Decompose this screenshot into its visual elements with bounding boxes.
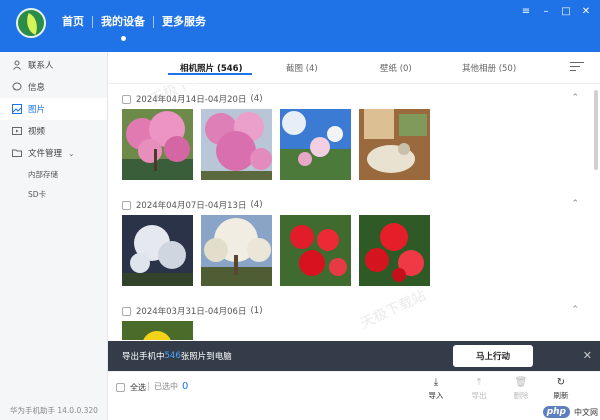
group-count: (4): [250, 200, 263, 210]
photo-thumbnail[interactable]: [201, 215, 272, 286]
refresh-button[interactable]: ↻ 刷新: [546, 376, 576, 401]
sidebar-item-label: 图片: [28, 105, 46, 115]
sidebar-item-file-manager[interactable]: 文件管理 ⌄: [0, 142, 107, 164]
minimize-icon[interactable]: –: [538, 4, 554, 18]
photo-group: 2024年04月14日-04月20日 (4) ⌃: [108, 91, 593, 180]
chevron-up-icon[interactable]: ⌃: [571, 93, 579, 103]
select-all-label: 全选: [130, 383, 146, 392]
menu-icon[interactable]: ≡: [518, 4, 534, 18]
photo-row: [122, 321, 193, 340]
top-nav: 首页 我的设备 更多服务: [54, 14, 214, 41]
scrollbar[interactable]: [594, 90, 598, 170]
sidebar-item-label: 文件管理: [28, 149, 63, 159]
nav-more-services[interactable]: 更多服务: [154, 14, 214, 30]
trash-icon: 🗑: [514, 377, 528, 388]
group-date: 2024年03月31日-04月06日: [136, 307, 247, 317]
group-header: 2024年04月07日-04月13日 (4) ⌃: [108, 197, 593, 213]
video-icon: [12, 126, 22, 136]
group-count: (4): [250, 94, 263, 104]
photo-thumbnail[interactable]: [280, 215, 351, 286]
import-label: 导入: [428, 391, 444, 400]
tab-screenshots[interactable]: 截图 (4): [286, 62, 318, 74]
group-count: (1): [250, 306, 263, 316]
photo-thumbnail[interactable]: [122, 215, 193, 286]
selected-number: 0: [182, 381, 189, 392]
photo-group: 2024年04月07日-04月13日 (4) ⌃: [108, 197, 593, 286]
photo-group: 2024年03月31日-04月06日 (1) ⌃: [108, 303, 593, 340]
photo-thumbnail[interactable]: [201, 109, 272, 180]
export-banner: 导出手机中 546 张照片到电脑 马上行动 ✕: [108, 341, 600, 371]
person-icon: [12, 60, 22, 70]
selected-count: 已选中 0: [148, 381, 188, 392]
sidebar-item-label: 信息: [28, 83, 46, 93]
app-logo-icon: [16, 8, 46, 38]
group-checkbox[interactable]: [122, 306, 131, 316]
banner-text-after: 张照片到电脑: [180, 352, 232, 362]
photo-thumbnail[interactable]: [359, 215, 430, 286]
refresh-icon: ↻: [556, 377, 566, 388]
tab-other-albums[interactable]: 其他相册 (50): [462, 62, 516, 74]
image-icon: [12, 104, 22, 114]
bottom-toolbar: 全选 已选中 0 ⤓ 导入 ⤒ 导出 🗑 删除 ↻ 刷新 php 中文网: [108, 371, 600, 420]
photo-thumbnail[interactable]: [359, 109, 430, 180]
chevron-down-icon[interactable]: ⌄: [68, 149, 75, 158]
export-label: 导出: [471, 391, 487, 400]
php-badge: php: [542, 406, 570, 418]
photo-list: 2024年04月14日-04月20日 (4) ⌃ 2024年04月07日-04月…: [108, 85, 593, 340]
selected-label: 已选中: [154, 382, 178, 391]
title-bar: 首页 我的设备 更多服务 ≡ – □ ✕: [0, 0, 600, 52]
export-button[interactable]: ⤒ 导出: [464, 376, 494, 401]
tab-wallpapers[interactable]: 壁纸 (0): [380, 62, 412, 74]
album-tabs: 相机照片 (546) 截图 (4) 壁纸 (0) 其他相册 (50): [108, 52, 600, 84]
sidebar-item-label: 联系人: [28, 61, 54, 71]
sidebar-footer: 华为手机助手 14.0.0.320: [0, 404, 108, 420]
group-checkbox[interactable]: [122, 94, 131, 104]
active-tab-indicator: [168, 73, 252, 75]
version-label: 华为手机助手 14.0.0.320: [10, 406, 98, 415]
maximize-icon[interactable]: □: [558, 4, 574, 18]
close-icon[interactable]: ✕: [583, 349, 592, 362]
site-badge: 中文网: [574, 408, 598, 417]
group-date: 2024年04月07日-04月13日: [136, 201, 247, 211]
group-checkbox[interactable]: [122, 200, 131, 210]
sidebar-item-contacts[interactable]: 联系人: [0, 54, 107, 76]
sidebar: 联系人 信息 图片 视频 文件管理 ⌄ 内部存储 SD卡: [0, 52, 108, 404]
banner-count: 546: [164, 351, 181, 361]
nav-home[interactable]: 首页: [54, 14, 92, 30]
sidebar-item-videos[interactable]: 视频: [0, 120, 107, 142]
delete-label: 删除: [513, 391, 529, 400]
sidebar-item-sd-card[interactable]: SD卡: [0, 184, 107, 204]
sidebar-item-messages[interactable]: 信息: [0, 76, 107, 98]
close-icon[interactable]: ✕: [578, 4, 594, 18]
window-controls: ≡ – □ ✕: [518, 4, 594, 18]
select-all-checkbox[interactable]: 全选: [116, 382, 146, 393]
photo-row: [122, 215, 430, 286]
act-now-button[interactable]: 马上行动: [453, 345, 533, 367]
photo-thumbnail[interactable]: [280, 109, 351, 180]
sort-icon[interactable]: [570, 62, 584, 74]
group-header: 2024年03月31日-04月06日 (1) ⌃: [108, 303, 593, 319]
checkbox-icon: [116, 383, 125, 392]
photo-thumbnail[interactable]: [122, 109, 193, 180]
folder-icon: [12, 148, 22, 158]
photo-thumbnail[interactable]: [122, 321, 193, 340]
photo-row: [122, 109, 430, 180]
import-button[interactable]: ⤓ 导入: [421, 376, 451, 401]
sidebar-item-images[interactable]: 图片: [0, 98, 107, 120]
sidebar-item-label: 视频: [28, 127, 46, 137]
group-header: 2024年04月14日-04月20日 (4) ⌃: [108, 91, 593, 107]
export-icon: ⤒: [476, 377, 482, 388]
refresh-label: 刷新: [553, 391, 569, 400]
group-date: 2024年04月14日-04月20日: [136, 95, 247, 105]
sidebar-item-internal-storage[interactable]: 内部存储: [0, 164, 107, 184]
delete-button[interactable]: 🗑 删除: [506, 376, 536, 401]
chevron-up-icon[interactable]: ⌃: [571, 199, 579, 209]
import-icon: ⤓: [433, 377, 439, 388]
message-icon: [12, 82, 22, 92]
banner-text-before: 导出手机中: [122, 352, 165, 362]
chevron-up-icon[interactable]: ⌃: [571, 305, 579, 315]
nav-my-device[interactable]: 我的设备: [93, 14, 153, 41]
